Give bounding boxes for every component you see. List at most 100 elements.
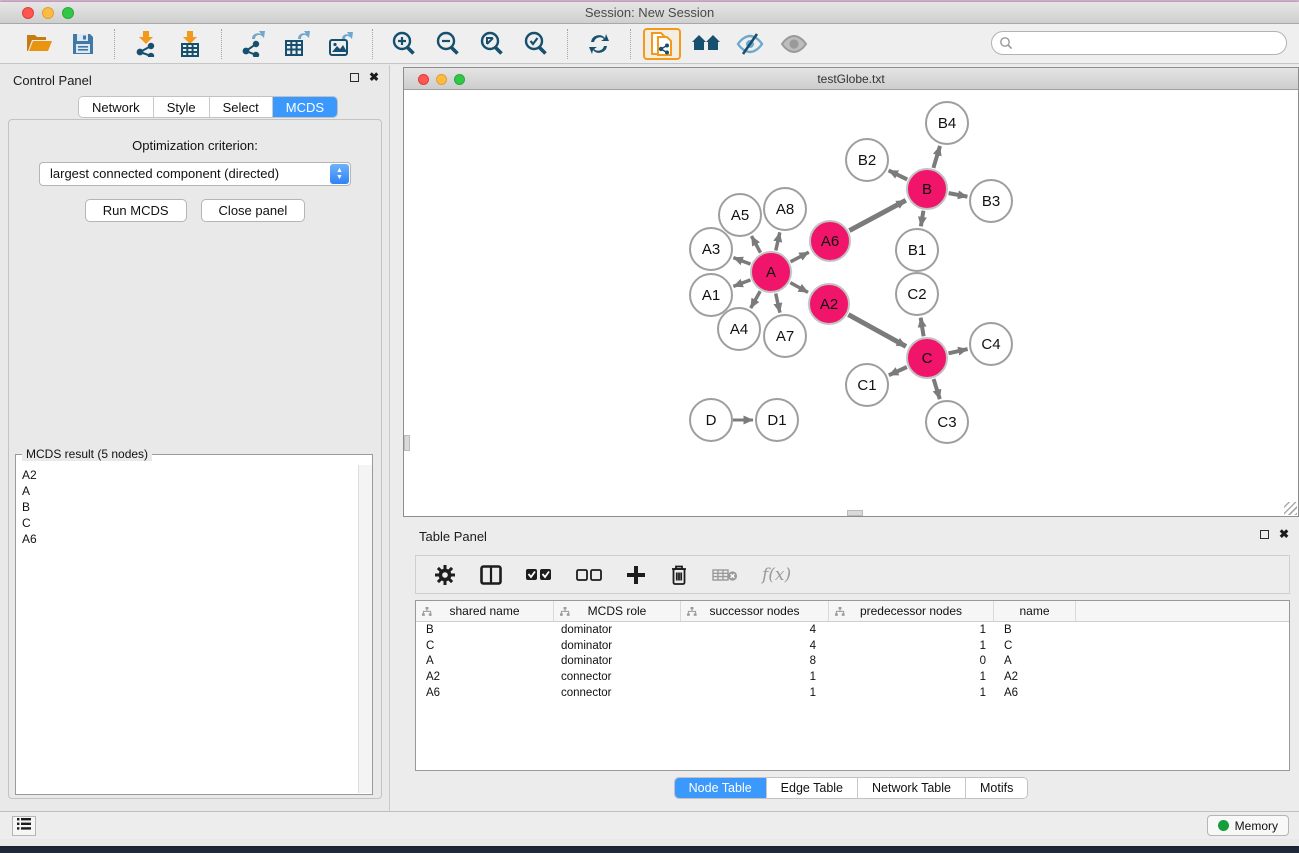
edge-A-A5[interactable] <box>752 236 761 253</box>
tab-style[interactable]: Style <box>154 97 210 117</box>
result-item[interactable]: A2 <box>22 467 357 483</box>
left-splitter-grip[interactable] <box>404 435 410 451</box>
table-cell[interactable]: 1 <box>829 671 994 683</box>
edge-A-A4[interactable] <box>751 291 761 308</box>
open-file-button[interactable] <box>20 28 58 60</box>
result-item[interactable]: A <box>22 483 357 499</box>
clear-table-button[interactable] <box>712 567 738 583</box>
column-header-predecessor-nodes[interactable]: predecessor nodes <box>829 601 994 621</box>
table-row[interactable]: Cdominator41C <box>416 638 1289 654</box>
table-cell[interactable]: B <box>416 624 554 636</box>
run-mcds-button[interactable]: Run MCDS <box>85 199 187 222</box>
edge-A6-B[interactable] <box>849 200 905 230</box>
home-button[interactable] <box>687 28 725 60</box>
column-header-shared-name[interactable]: shared name <box>416 601 554 621</box>
hide-details-button[interactable] <box>731 28 769 60</box>
network-window-titlebar[interactable]: testGlobe.txt <box>404 68 1298 90</box>
table-cell[interactable]: A <box>416 655 554 667</box>
search-field[interactable] <box>991 31 1287 55</box>
table-cell[interactable]: 8 <box>681 655 829 667</box>
add-column-button[interactable] <box>626 565 646 585</box>
table-row[interactable]: A2connector11A2 <box>416 669 1289 685</box>
show-details-button[interactable] <box>775 28 813 60</box>
edge-C-C4[interactable] <box>949 349 968 353</box>
table-cell[interactable]: connector <box>554 687 681 699</box>
function-builder-button[interactable]: f(x) <box>762 565 791 585</box>
table-cell[interactable]: C <box>994 640 1076 652</box>
table-cell[interactable]: B <box>994 624 1076 636</box>
table-cell[interactable]: A2 <box>416 671 554 683</box>
tab-edge-table[interactable]: Edge Table <box>767 778 858 798</box>
bottom-splitter-grip[interactable] <box>847 510 863 516</box>
float-table-panel-icon[interactable] <box>1260 530 1269 539</box>
edge-B-B1[interactable] <box>921 211 924 227</box>
tab-node-table[interactable]: Node Table <box>675 778 767 798</box>
tab-mcds[interactable]: MCDS <box>273 97 337 117</box>
table-cell[interactable]: 1 <box>829 624 994 636</box>
result-scrollbar[interactable] <box>358 465 372 793</box>
edge-C-C3[interactable] <box>934 379 940 399</box>
zoom-selected-button[interactable] <box>517 28 555 60</box>
window-resize-grip[interactable] <box>1284 502 1297 515</box>
delete-column-button[interactable] <box>670 564 688 586</box>
app-share-document-button[interactable] <box>643 28 681 60</box>
network-canvas[interactable]: B4B2BB3A8A5A6A3B1AC2A1A2A4A7C4CC1DC3D1 <box>404 91 1298 516</box>
export-image-button[interactable] <box>322 28 360 60</box>
edge-A-A1[interactable] <box>733 280 750 287</box>
memory-button[interactable]: Memory <box>1207 815 1289 836</box>
save-session-button[interactable] <box>64 28 102 60</box>
tab-network[interactable]: Network <box>79 97 154 117</box>
table-cell[interactable]: 0 <box>829 655 994 667</box>
float-panel-icon[interactable] <box>350 73 359 82</box>
column-header-mcds-role[interactable]: MCDS role <box>554 601 681 621</box>
table-cell[interactable]: 1 <box>829 687 994 699</box>
zoom-in-button[interactable] <box>385 28 423 60</box>
result-item[interactable]: A6 <box>22 531 357 547</box>
table-cell[interactable]: 4 <box>681 640 829 652</box>
column-header-successor-nodes[interactable]: successor nodes <box>681 601 829 621</box>
zoom-out-button[interactable] <box>429 28 467 60</box>
table-cell[interactable]: 1 <box>681 687 829 699</box>
table-settings-button[interactable] <box>434 564 456 586</box>
edge-A-A8[interactable] <box>776 232 780 250</box>
import-network-button[interactable] <box>127 28 165 60</box>
table-row[interactable]: Adominator80A <box>416 654 1289 670</box>
table-cell[interactable]: connector <box>554 671 681 683</box>
task-history-button[interactable] <box>12 816 36 836</box>
table-cell[interactable]: dominator <box>554 655 681 667</box>
zoom-fit-button[interactable] <box>473 28 511 60</box>
edge-C-C1[interactable] <box>889 367 907 375</box>
edge-A-A7[interactable] <box>776 294 780 313</box>
select-all-button[interactable] <box>526 568 552 582</box>
edge-A-A3[interactable] <box>733 258 750 265</box>
tab-network-table[interactable]: Network Table <box>858 778 966 798</box>
table-cell[interactable]: A6 <box>416 687 554 699</box>
table-cell[interactable]: A2 <box>994 671 1076 683</box>
import-table-button[interactable] <box>171 28 209 60</box>
criterion-dropdown[interactable]: largest connected component (directed) ▲… <box>39 162 351 186</box>
refresh-button[interactable] <box>580 28 618 60</box>
close-panel-icon[interactable]: ✖ <box>369 73 379 82</box>
tab-select[interactable]: Select <box>210 97 273 117</box>
column-header-name[interactable]: name <box>994 601 1076 621</box>
edge-B-B3[interactable] <box>949 193 968 197</box>
table-cell[interactable]: A <box>994 655 1076 667</box>
edge-A2-C[interactable] <box>848 315 906 347</box>
main-titlebar[interactable]: Session: New Session <box>0 2 1299 24</box>
table-cell[interactable]: A6 <box>994 687 1076 699</box>
close-panel-button[interactable]: Close panel <box>201 199 306 222</box>
edge-B-B2[interactable] <box>889 170 908 179</box>
table-cell[interactable]: 1 <box>681 671 829 683</box>
search-input[interactable] <box>991 31 1287 55</box>
split-view-button[interactable] <box>480 565 502 585</box>
table-cell[interactable]: dominator <box>554 624 681 636</box>
table-cell[interactable]: C <box>416 640 554 652</box>
result-item[interactable]: C <box>22 515 357 531</box>
edge-A-A6[interactable] <box>791 252 809 262</box>
table-cell[interactable]: 4 <box>681 624 829 636</box>
edge-A-A2[interactable] <box>790 283 808 293</box>
table-row[interactable]: Bdominator41B <box>416 622 1289 638</box>
export-network-button[interactable] <box>234 28 272 60</box>
deselect-all-button[interactable] <box>576 568 602 582</box>
close-table-panel-icon[interactable]: ✖ <box>1279 530 1289 539</box>
